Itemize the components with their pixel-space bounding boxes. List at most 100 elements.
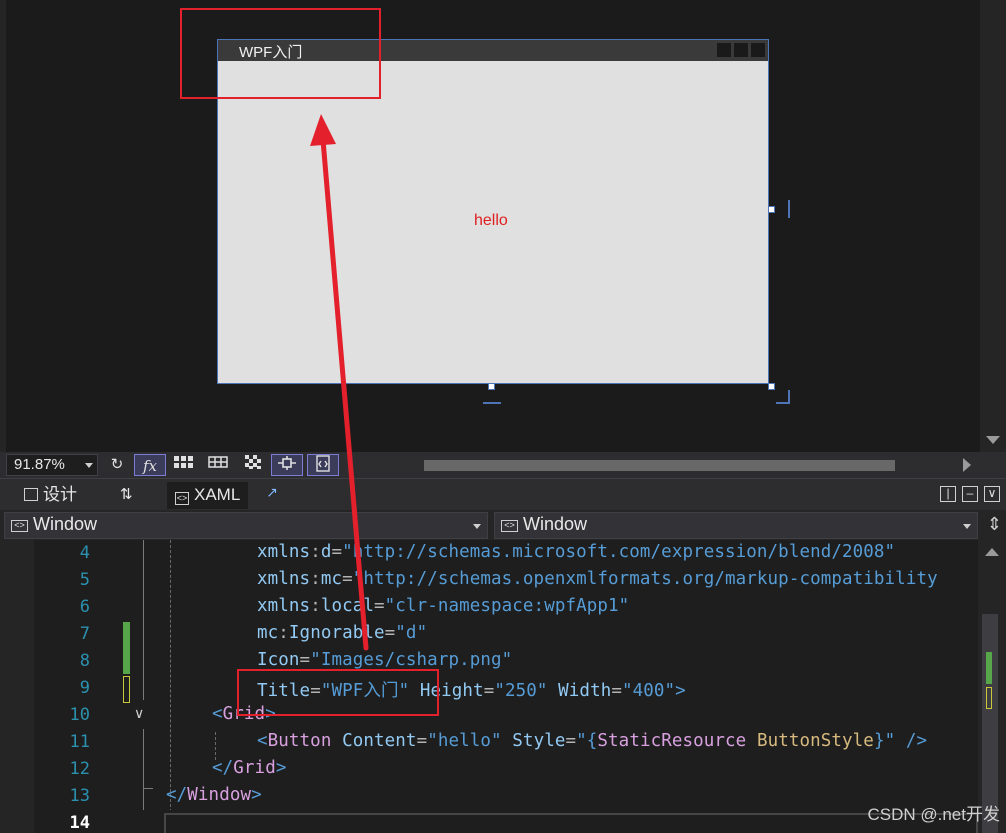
code-token: : <box>278 623 289 643</box>
design-view-icon <box>24 488 38 501</box>
annotation-box-title <box>180 8 381 99</box>
vertical-split-icon[interactable]: | <box>940 486 956 502</box>
code-token: Ignorable <box>288 623 385 643</box>
popout-xaml-icon[interactable]: ↗ <box>264 485 280 502</box>
checkerboard-icon[interactable] <box>241 454 265 476</box>
code-line: 9 Title="WPF入门" Height="250" Width="400"… <box>34 675 978 702</box>
snap-to-snaplines-icon[interactable] <box>271 454 303 476</box>
code-line: 8 Icon="Images/csharp.png" <box>34 648 978 675</box>
code-token: StaticResource <box>597 731 747 751</box>
element-member-value: Window <box>523 514 588 534</box>
minimize-icon <box>717 43 731 57</box>
annotation-box-code <box>237 669 439 716</box>
designer-toolbar: 91.87% ↻ fx <box>0 452 1006 478</box>
fx-effects-button[interactable]: fx <box>134 454 166 476</box>
code-token: : <box>310 569 321 589</box>
line-number: 12 <box>69 759 90 779</box>
code-token: ButtonStyle <box>756 731 874 751</box>
code-line: 4 xmlns:d="http://schemas.microsoft.com/… <box>34 540 978 567</box>
code-token: "400" <box>621 681 676 701</box>
corner-adorner-h <box>776 402 790 404</box>
element-member-dropdown[interactable]: <> Window <box>494 512 978 539</box>
code-line: 12 </Grid> <box>34 756 978 783</box>
code-token: "250" <box>494 681 548 701</box>
height-adorner <box>483 402 501 404</box>
code-token: "{ <box>576 731 598 751</box>
editor-vertical-scrollbar[interactable] <box>978 540 1006 833</box>
scroll-down-arrow-icon[interactable] <box>986 436 1000 444</box>
code-token: d <box>320 542 332 562</box>
scroll-right-arrow-icon[interactable] <box>963 458 971 472</box>
element-scope-value: Window <box>33 514 98 534</box>
code-token: = <box>331 542 343 562</box>
line-number: 6 <box>79 597 90 617</box>
code-token: "hello" <box>427 731 502 751</box>
xaml-code-editor[interactable]: ∨ 4 xmlns:d="http://schemas.microsoft.co… <box>0 540 1006 833</box>
tab-xaml-label: XAML <box>194 485 241 504</box>
design-surface[interactable]: WPF入门 hello <box>0 0 1006 452</box>
width-adorner <box>788 200 790 218</box>
code-token: xmlns <box>257 542 311 562</box>
code-token: Grid <box>233 758 276 778</box>
watermark: CSDN @.net开发 <box>867 805 1000 824</box>
code-token: "Images/csharp.png" <box>310 650 513 670</box>
code-token: Icon <box>257 650 300 670</box>
line-number: 14 <box>69 813 90 833</box>
hello-button-preview[interactable]: hello <box>474 212 508 230</box>
code-line: 13 </Window> <box>34 783 978 810</box>
scroll-thumb[interactable] <box>424 460 895 471</box>
code-token: Button <box>267 731 332 751</box>
chevron-down-icon <box>473 524 481 529</box>
code-token: = <box>299 650 311 670</box>
refresh-icon[interactable]: ↻ <box>106 454 128 476</box>
code-token: = <box>483 681 495 701</box>
collapse-pane-icon[interactable]: ∨ <box>984 486 1000 502</box>
tab-xaml[interactable]: <> XAML <box>167 482 249 509</box>
code-line: 5 xmlns:mc="http://schemas.openxmlformat… <box>34 567 978 594</box>
swap-panes-button[interactable]: ⇅ <box>120 482 133 509</box>
project-code-icon[interactable] <box>307 454 339 476</box>
change-overview-marker <box>986 652 992 684</box>
resize-handle-bottom[interactable] <box>488 383 495 390</box>
code-token: }" <box>873 731 896 751</box>
code-token: local <box>320 596 375 616</box>
horizontal-split-icon[interactable]: – <box>962 486 978 502</box>
code-line-current: 14 <box>34 810 978 833</box>
scroll-up-arrow-icon[interactable] <box>985 548 999 556</box>
line-number: 10 <box>69 705 90 725</box>
code-token: = <box>374 596 385 616</box>
resize-handle-corner[interactable] <box>768 383 775 390</box>
tab-design-label: 设计 <box>43 485 77 504</box>
line-number: 9 <box>79 678 90 698</box>
code-token: Content <box>342 731 417 751</box>
close-icon <box>751 43 765 57</box>
zoom-select[interactable]: 91.87% <box>6 454 98 476</box>
snap-grid-icon[interactable] <box>205 454 231 476</box>
design-vertical-scrollbar[interactable] <box>980 0 1006 452</box>
zoom-level: 91.87% <box>14 456 65 473</box>
code-token: = <box>565 731 577 751</box>
code-token: "d" <box>395 623 428 643</box>
code-token: = <box>342 569 353 589</box>
code-token: < <box>257 731 268 751</box>
code-token: "clr-namespace:wpfApp1" <box>384 596 630 616</box>
code-line: 10 <Grid> <box>34 702 978 729</box>
design-horizontal-scrollbar[interactable] <box>356 455 981 475</box>
code-token: "http://schemas.openxmlformats.org/marku… <box>352 569 938 589</box>
maximize-icon <box>734 43 748 57</box>
code-token: > <box>251 785 262 805</box>
resize-handle-right[interactable] <box>768 206 775 213</box>
code-token: Style <box>512 731 566 751</box>
line-number: 4 <box>79 543 90 563</box>
split-editor-icon[interactable]: ⇕ <box>987 514 1002 535</box>
line-number: 5 <box>79 570 90 590</box>
code-token: /> <box>895 731 928 751</box>
code-line: 11 <Button Content="hello" Style="{Stati… <box>34 729 978 756</box>
code-token: : <box>310 596 321 616</box>
code-token: mc <box>257 623 279 643</box>
code-token: xmlns <box>257 596 311 616</box>
tab-design[interactable]: 设计 <box>24 482 77 509</box>
grid-icon[interactable] <box>171 454 197 476</box>
element-scope-dropdown[interactable]: <> Window <box>4 512 488 539</box>
line-number: 11 <box>69 732 90 752</box>
